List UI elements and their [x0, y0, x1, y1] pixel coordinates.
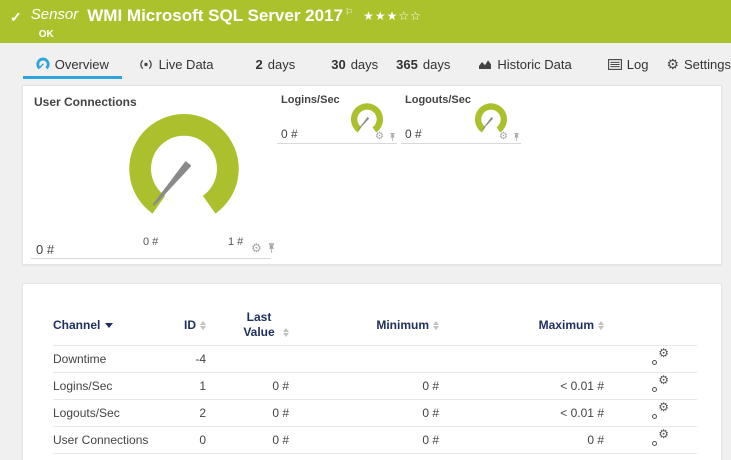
gauges-card: User Connections 0 # 1 # 0 # ⚙ Logins/Se…	[22, 85, 722, 265]
sensor-header: ✓ Sensor OK WMI Microsoft SQL Server 201…	[0, 0, 731, 43]
channel-id: 0	[199, 433, 206, 447]
gear-icon[interactable]: ⚙	[499, 132, 508, 142]
pin-icon[interactable]	[266, 242, 277, 254]
channels-table: Channel ID Last Value Minimum Maximum Do…	[53, 304, 697, 454]
channel-max: < 0.01 #	[560, 406, 604, 420]
gear-icon: ⚙	[666, 56, 680, 72]
channel-last: 0 #	[272, 379, 289, 393]
channel-id: 1	[199, 379, 206, 393]
col-header-id[interactable]: ID	[163, 318, 206, 332]
broadcast-icon	[139, 59, 152, 69]
col-header-minimum[interactable]: Minimum	[289, 318, 439, 332]
edit-channel-icon[interactable]: ⚙	[652, 428, 669, 446]
pane-icons-logins: ⚙	[375, 132, 397, 142]
channel-last: 0 #	[272, 433, 289, 447]
status-check-icon: ✓	[10, 9, 22, 25]
channel-name: User Connections	[53, 433, 149, 447]
divider	[401, 143, 521, 144]
divider	[277, 143, 397, 144]
channel-max: 0 #	[587, 433, 604, 447]
table-row-logins[interactable]: Logins/Sec 1 0 # 0 # < 0.01 # ⚙	[53, 373, 697, 400]
pin-icon[interactable]	[512, 132, 521, 142]
channel-max: < 0.01 #	[560, 379, 604, 393]
sort-icon	[598, 320, 604, 330]
pane-icons-logouts: ⚙	[499, 132, 521, 142]
col-header-maximum[interactable]: Maximum	[439, 318, 604, 332]
table-header-row: Channel ID Last Value Minimum Maximum	[53, 304, 697, 346]
channel-id: -4	[195, 352, 206, 366]
table-row-user-connections[interactable]: User Connections 0 0 # 0 # 0 # ⚙	[53, 427, 697, 454]
logouts-value: 0 #	[405, 127, 422, 141]
divider	[31, 258, 271, 259]
area-chart-icon	[479, 60, 492, 69]
channel-id: 2	[199, 406, 206, 420]
gauge-title-logins: Logins/Sec	[281, 94, 340, 106]
user-connections-gauge	[128, 112, 240, 215]
channels-card: Channel ID Last Value Minimum Maximum Do…	[22, 283, 722, 460]
user-connections-value: 0 #	[36, 242, 55, 257]
channel-name: Logouts/Sec	[53, 406, 120, 420]
channel-last: 0 #	[272, 406, 289, 420]
gauge-title-logouts: Logouts/Sec	[405, 94, 472, 106]
channel-name: Downtime	[53, 352, 107, 366]
channel-min: 0 #	[422, 379, 439, 393]
channel-name: Logins/Sec	[53, 379, 113, 393]
tab-365-days[interactable]: 365 days	[396, 52, 450, 79]
flag-icon[interactable]: ⚐	[345, 7, 353, 18]
col-header-channel[interactable]: Channel	[53, 318, 163, 332]
tab-settings[interactable]: ⚙ Settings	[666, 52, 731, 79]
col-header-last-value[interactable]: Last Value	[206, 310, 289, 340]
edit-channel-icon[interactable]: ⚙	[652, 347, 669, 365]
edit-channel-icon[interactable]: ⚙	[652, 401, 669, 419]
gauge-scale-max: 1 #	[228, 236, 244, 248]
tab-overview[interactable]: Overview	[23, 52, 122, 79]
status-badge: OK	[38, 29, 54, 40]
log-icon	[607, 58, 622, 70]
pane-icons-user-connections: ⚙	[251, 242, 277, 254]
channel-min: 0 #	[422, 433, 439, 447]
object-kind-label: Sensor	[30, 6, 79, 23]
tab-live-data[interactable]: Live Data	[138, 52, 214, 79]
page-title: WMI Microsoft SQL Server 2017	[87, 6, 343, 25]
gauge-scale-min: 0 #	[143, 236, 159, 248]
table-row-logouts[interactable]: Logouts/Sec 2 0 # 0 # < 0.01 # ⚙	[53, 400, 697, 427]
logins-value: 0 #	[281, 127, 298, 141]
tab-historic-data[interactable]: Historic Data	[478, 52, 572, 79]
gear-icon[interactable]: ⚙	[251, 242, 262, 254]
tab-bar: Overview Live Data 2 days 30 days 365 da…	[0, 43, 731, 85]
tab-log[interactable]: Log	[607, 52, 648, 79]
edit-channel-icon[interactable]: ⚙	[652, 374, 669, 392]
tab-2-days[interactable]: 2 days	[256, 52, 296, 79]
sort-desc-icon	[105, 322, 114, 328]
gear-icon[interactable]: ⚙	[375, 132, 384, 142]
pin-icon[interactable]	[388, 132, 397, 142]
gauge-icon	[36, 57, 50, 70]
tab-30-days[interactable]: 30 days	[331, 52, 378, 79]
channel-min: 0 #	[422, 406, 439, 420]
priority-stars[interactable]: ★★★☆☆	[363, 9, 422, 23]
table-row-downtime[interactable]: Downtime -4 ⚙	[53, 346, 697, 373]
